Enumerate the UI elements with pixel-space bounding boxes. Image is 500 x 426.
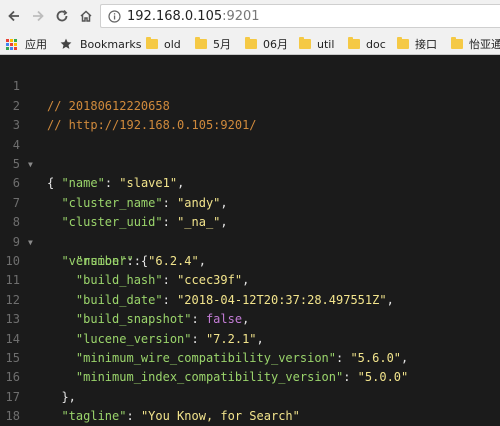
bookmark-bookmarks[interactable]: Bookmarks	[60, 36, 141, 52]
bookmark-label: 接口	[415, 38, 437, 51]
folder-icon	[348, 37, 360, 49]
code-line: 17 "tagline": "You Know, for Search"	[0, 368, 500, 423]
code-line: 8 ▼ "version": {	[0, 194, 500, 268]
forward-arrow-icon	[33, 10, 44, 22]
code-line: 1 // 20180612220658	[0, 58, 500, 112]
folder-icon	[397, 37, 409, 49]
code-line: 9 "number": "6.2.4",	[0, 213, 500, 268]
bookmark-folder-util[interactable]: util	[299, 36, 334, 52]
code-line: 2 // http://192.168.0.105:9201/	[0, 77, 500, 132]
address-bar[interactable]: 192.168.0.105:9201	[100, 4, 500, 28]
folder-icon	[245, 37, 257, 49]
reload-button[interactable]	[52, 6, 72, 26]
bookmark-label: doc	[366, 37, 386, 51]
code-line: 3	[0, 97, 500, 132]
code-line: 12 "build_snapshot": false,	[0, 271, 500, 326]
code-line: 4 ▼ {	[0, 116, 500, 191]
bookmark-folder-doc[interactable]: doc	[348, 36, 386, 52]
forward-button[interactable]	[28, 6, 48, 26]
code-line: 16 },	[0, 349, 500, 403]
back-button[interactable]	[4, 6, 24, 26]
bookmark-label: old	[164, 37, 181, 51]
code-line: 15 "minimum_index_compatibility_version"…	[0, 330, 500, 384]
line-number: 18	[5, 409, 20, 424]
bookmark-label: Bookmarks	[80, 37, 142, 51]
json-viewer: 1 // 20180612220658 2 // http://192.168.…	[0, 55, 500, 426]
bookmark-folder-june[interactable]: 06月	[245, 36, 288, 52]
bookmarks-bar: 应用 Bookmarks old 5月 06月 util doc 接口 怡亚通	[0, 33, 500, 55]
code-line: 7 "cluster_uuid": "_na_",	[0, 174, 500, 229]
url-port: :9201	[222, 8, 260, 24]
json-key: "tagline"	[61, 409, 127, 424]
folder-icon	[146, 37, 158, 49]
info-icon[interactable]	[108, 9, 121, 23]
browser-toolbar: 192.168.0.105:9201	[0, 0, 500, 33]
back-arrow-icon	[8, 10, 19, 22]
bookmark-label: 应用	[25, 38, 47, 51]
code-line: 14 "minimum_wire_compatibility_version":…	[0, 310, 500, 365]
bookmark-folder-yiyatong[interactable]: 怡亚通	[451, 36, 500, 52]
reload-icon	[56, 9, 68, 22]
json-value: "You Know, for Search"	[140, 409, 300, 424]
bookmark-folder-api[interactable]: 接口	[397, 36, 437, 52]
bookmark-folder-may[interactable]: 5月	[195, 36, 231, 52]
code-line: 5 "name": "slave1",	[0, 136, 500, 190]
star-icon	[60, 38, 72, 49]
code-line: 6 "cluster_name": "andy",	[0, 155, 500, 209]
bookmark-apps[interactable]: 应用	[6, 36, 47, 52]
home-icon	[80, 10, 92, 22]
code-line: 18 }	[0, 388, 500, 423]
code-line: 11 "build_date": "2018-04-12T20:37:28.49…	[0, 252, 500, 306]
code-line: 10 "build_hash": "ccec39f",	[0, 233, 500, 287]
code-line: 13 "lucene_version": "7.2.1",	[0, 291, 500, 345]
apps-icon	[6, 38, 17, 50]
bookmark-label: 5月	[213, 38, 231, 51]
folder-icon	[195, 37, 207, 49]
bookmark-label: 怡亚通	[469, 38, 500, 51]
home-button[interactable]	[76, 6, 96, 26]
bookmark-label: util	[317, 37, 335, 51]
bookmark-folder-old[interactable]: old	[146, 36, 181, 52]
folder-icon	[451, 37, 463, 49]
address-url: 192.168.0.105:9201	[127, 9, 260, 24]
folder-icon	[299, 37, 311, 49]
url-host: 192.168.0.105	[127, 8, 223, 24]
bookmark-label: 06月	[263, 38, 288, 51]
